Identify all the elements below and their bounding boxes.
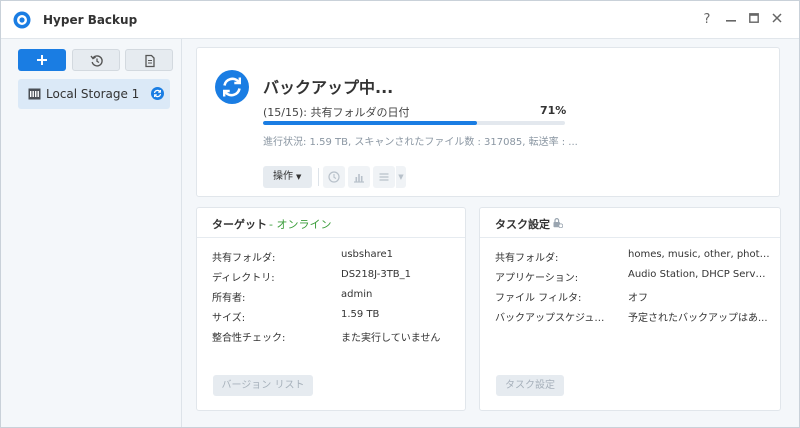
disk-icon <box>28 88 41 100</box>
sidebar: Local Storage 1 <box>1 39 182 427</box>
target-row-key: 整合性チェック: <box>212 333 286 344</box>
task-item-local-storage-1[interactable]: Local Storage 1 <box>18 79 170 109</box>
task-row-value: homes, music, other, photo... <box>628 249 770 260</box>
status-subtitle: (15/15): 共有フォルダの日付 <box>263 106 410 119</box>
version-list-button[interactable]: バージョン リスト <box>213 375 313 396</box>
task-row-value: オフ <box>628 293 648 304</box>
list-icon <box>379 173 389 181</box>
task-settings-button[interactable]: タスク設定 <box>496 375 564 396</box>
target-row-key: サイズ: <box>212 313 246 324</box>
list-menu-button[interactable] <box>373 166 395 188</box>
restore-button[interactable] <box>72 49 120 71</box>
target-row-key: 共有フォルダ: <box>212 253 276 264</box>
task-row-value: 予定されたバックアップはあ... <box>628 313 768 324</box>
action-dropdown-button[interactable]: 操作 ▼ <box>263 166 312 188</box>
target-title: ターゲット <box>212 218 267 231</box>
target-row-value: admin <box>341 289 373 300</box>
minimize-button[interactable] <box>721 10 741 30</box>
caret-down-icon: ▼ <box>296 173 302 181</box>
progress-bar <box>263 121 565 125</box>
clock-icon <box>328 171 340 183</box>
target-card-header: ターゲット - オンライン <box>197 208 465 238</box>
main-panel: バックアップ中... (15/15): 共有フォルダの日付 71% 進行状況: … <box>183 39 799 427</box>
close-button[interactable] <box>767 10 787 30</box>
hyper-backup-app-icon <box>13 11 31 29</box>
list-menu-caret[interactable]: ▼ <box>396 166 406 188</box>
log-document-icon <box>145 54 155 68</box>
target-row-key: 所有者: <box>212 293 246 304</box>
task-row-key: アプリケーション: <box>495 273 579 284</box>
minimize-icon <box>726 20 736 22</box>
help-button[interactable]: ? <box>697 10 717 30</box>
task-card-header: タスク設定 <box>480 208 780 238</box>
add-task-button[interactable] <box>18 49 66 71</box>
maximize-icon <box>749 13 759 23</box>
task-row-value: Audio Station, DHCP Server... <box>628 269 770 280</box>
task-row-key: ファイル フィルタ: <box>495 293 582 304</box>
sync-icon <box>151 87 164 100</box>
lock-icon <box>553 218 563 228</box>
chart-icon <box>354 174 364 183</box>
toolbar-divider <box>318 168 319 186</box>
progress-percent: 71% <box>540 104 567 117</box>
statistics-button[interactable] <box>348 166 370 188</box>
target-online-status: - オンライン <box>269 218 332 231</box>
maximize-button[interactable] <box>744 10 764 30</box>
target-row-value: また実行していません <box>341 333 441 344</box>
task-row-key: 共有フォルダ: <box>495 253 559 264</box>
task-settings-card: タスク設定 共有フォルダ: homes, music, other, photo… <box>479 207 781 411</box>
plus-icon <box>37 55 47 65</box>
restore-clock-icon <box>90 55 103 67</box>
target-row-key: ディレクトリ: <box>212 273 275 284</box>
backup-status-card: バックアップ中... (15/15): 共有フォルダの日付 71% 進行状況: … <box>196 47 780 197</box>
task-row-key: バックアップスケジュー... <box>495 313 613 324</box>
task-settings-title: タスク設定 <box>495 218 550 231</box>
close-icon <box>772 13 782 23</box>
target-row-value: 1.59 TB <box>341 309 380 320</box>
target-card: ターゲット - オンライン 共有フォルダ: usbshare1 ディレクトリ: … <box>196 207 466 411</box>
title-bar: Hyper Backup ? <box>1 1 799 39</box>
progress-bar-fill <box>263 121 478 125</box>
backup-explorer-button[interactable] <box>125 49 173 71</box>
action-label: 操作 <box>273 171 293 182</box>
status-title: バックアップ中... <box>263 78 394 97</box>
target-row-value: DS218J-3TB_1 <box>341 269 412 280</box>
status-detail: 進行状況: 1.59 TB, スキャンされたファイル数 : 317085, 転送… <box>263 137 578 148</box>
window-title: Hyper Backup <box>43 13 138 27</box>
target-row-value: usbshare1 <box>341 249 393 260</box>
task-item-label: Local Storage 1 <box>46 87 140 101</box>
backup-sync-icon <box>215 70 249 104</box>
schedule-button[interactable] <box>323 166 345 188</box>
hyper-backup-window: Hyper Backup ? Local Storage 1 バックアップ中..… <box>0 0 800 428</box>
